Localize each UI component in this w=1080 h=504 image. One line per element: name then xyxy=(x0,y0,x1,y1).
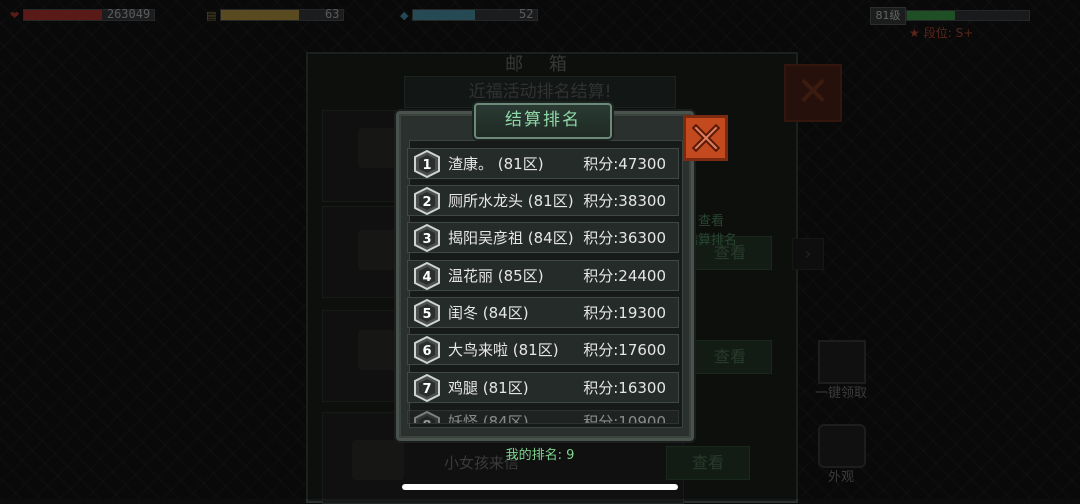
player-name: 厕所水龙头 (81区) xyxy=(448,192,574,210)
rank-number: 7 xyxy=(422,382,431,397)
player-name: 鸡腿 (81区) xyxy=(448,379,529,397)
player-name: 妖怪 (84区) xyxy=(448,413,529,424)
ranking-row: 3 揭阳吴彦祖 (84区) 积分:36300 xyxy=(407,222,679,253)
player-name: 温花丽 (85区) xyxy=(448,267,544,285)
ranking-row: 7 鸡腿 (81区) 积分:16300 xyxy=(407,372,679,403)
rank-badge-icon: 8 xyxy=(414,411,440,424)
rank-badge-icon: 5 xyxy=(414,298,440,327)
rank-number: 1 xyxy=(422,158,431,173)
player-name: 渣康。 (81区) xyxy=(448,155,544,173)
ranking-row: 6 大鸟来啦 (81区) 积分:17600 xyxy=(407,334,679,365)
ranking-row: 2 厕所水龙头 (81区) 积分:38300 xyxy=(407,185,679,216)
rank-badge-icon: 4 xyxy=(414,261,440,290)
rank-number: 6 xyxy=(422,344,431,359)
rank-badge-icon: 6 xyxy=(414,335,440,364)
close-button[interactable] xyxy=(683,115,728,161)
rank-number: 4 xyxy=(422,270,431,285)
player-score: 积分:16300 xyxy=(583,379,666,397)
rank-number: 8 xyxy=(422,419,431,424)
ranking-row: 8 妖怪 (84区) 积分:10900 xyxy=(407,410,679,424)
player-score: 积分:38300 xyxy=(583,192,666,210)
player-score: 积分:24400 xyxy=(583,267,666,285)
player-score: 积分:10900 xyxy=(583,413,666,424)
close-icon xyxy=(691,124,720,152)
player-score: 积分:17600 xyxy=(583,341,666,359)
player-name: 闺冬 (84区) xyxy=(448,304,529,322)
my-rank-text: 我的排名: 9 xyxy=(505,448,575,463)
player-name: 大鸟来啦 (81区) xyxy=(448,341,559,359)
player-score: 积分:36300 xyxy=(583,229,666,247)
rank-badge-icon: 1 xyxy=(414,149,440,178)
dialog-title: 结算排名 xyxy=(474,103,612,139)
rank-badge-icon: 3 xyxy=(414,223,440,252)
home-indicator[interactable] xyxy=(402,484,678,490)
rank-badge-icon: 2 xyxy=(414,186,440,215)
rank-number: 3 xyxy=(422,232,431,247)
rank-number: 2 xyxy=(422,195,431,210)
player-score: 积分:19300 xyxy=(583,304,666,322)
ranking-row: 4 温花丽 (85区) 积分:24400 xyxy=(407,260,679,291)
player-score: 积分:47300 xyxy=(583,155,666,173)
rank-badge-icon: 7 xyxy=(414,373,440,402)
rank-number: 5 xyxy=(422,307,431,322)
ranking-row: 1 渣康。 (81区) 积分:47300 xyxy=(407,148,679,179)
ranking-row: 5 闺冬 (84区) 积分:19300 xyxy=(407,297,679,328)
player-name: 揭阳吴彦祖 (84区) xyxy=(448,229,574,247)
